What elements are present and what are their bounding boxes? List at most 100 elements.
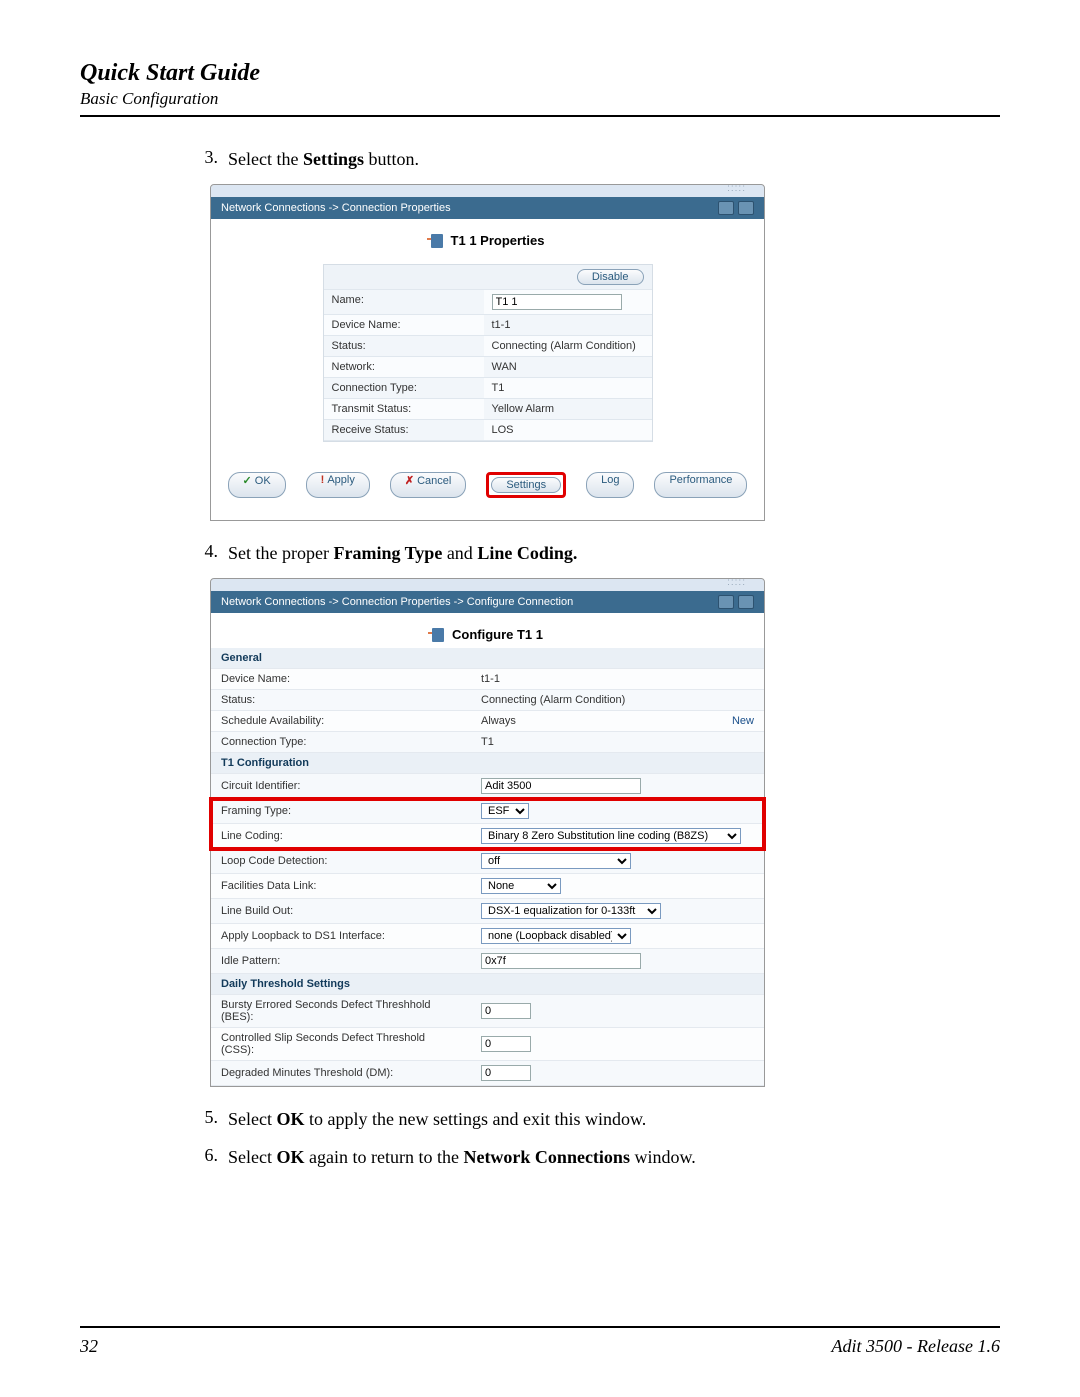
row-ctype: Connection Type:T1 — [211, 732, 764, 753]
settings-button[interactable]: Settings — [491, 477, 561, 493]
fdl-select[interactable]: None — [481, 878, 561, 894]
log-button[interactable]: Log — [586, 472, 634, 498]
row-cid: Circuit Identifier: — [211, 774, 764, 799]
bes-input[interactable] — [481, 1003, 531, 1019]
loop-detect-select[interactable]: off — [481, 853, 631, 869]
idle-pattern-input[interactable] — [481, 953, 641, 969]
value-device: t1-1 — [484, 315, 652, 336]
framing-type-select[interactable]: ESF — [481, 803, 529, 819]
config-table-cont: Loop Code Detection:off Facilities Data … — [211, 849, 764, 1086]
breadcrumb-bar: Network Connections -> Connection Proper… — [211, 197, 764, 219]
titlebar-icons — [718, 595, 754, 609]
row-linecoding: Line Coding:Binary 8 Zero Substitution l… — [211, 824, 764, 849]
schedule-new-link[interactable]: New — [732, 715, 754, 727]
row-css: Controlled Slip Seconds Defect Threshold… — [211, 1028, 764, 1061]
row-dm: Degraded Minutes Threshold (DM): — [211, 1061, 764, 1086]
section-t1cfg: T1 Configuration — [211, 753, 764, 774]
loopback-select[interactable]: none (Loopback disabled) — [481, 928, 631, 944]
breadcrumb: Network Connections -> Connection Proper… — [221, 202, 451, 214]
screenshot-2: Network Connections -> Connection Proper… — [210, 578, 1000, 1087]
config-table: General Device Name:t1-1 Status:Connecti… — [211, 648, 764, 799]
value-name — [484, 290, 652, 315]
value-tx: Yellow Alarm — [484, 399, 652, 420]
lbo-select[interactable]: DSX-1 equalization for 0-133ft — [481, 903, 661, 919]
page-header: Quick Start Guide Basic Configuration — [80, 60, 1000, 117]
properties-grid: Disable Name: Device Name: t1-1 Status: … — [323, 264, 653, 442]
panel-title: T1 1 Properties — [211, 219, 764, 254]
name-input[interactable] — [492, 294, 622, 310]
label-ctype: Connection Type: — [324, 378, 484, 399]
label-tx: Transmit Status: — [324, 399, 484, 420]
config-table-highlight: Framing Type:ESF Line Coding:Binary 8 Ze… — [211, 799, 764, 849]
configure-t1-window: Network Connections -> Connection Proper… — [210, 578, 765, 1087]
product-release: Adit 3500 - Release 1.6 — [832, 1336, 1000, 1357]
step-number: 4. — [190, 541, 218, 566]
step-3: 3. Select the Settings button. — [190, 147, 1000, 172]
value-network: WAN — [484, 357, 652, 378]
step-number: 5. — [190, 1107, 218, 1132]
breadcrumb-bar: Network Connections -> Connection Proper… — [211, 591, 764, 613]
step-number: 6. — [190, 1145, 218, 1170]
line-coding-select[interactable]: Binary 8 Zero Substitution line coding (… — [481, 828, 741, 844]
performance-button[interactable]: Performance — [654, 472, 747, 498]
step-text: Set the proper Framing Type and Line Cod… — [228, 541, 1000, 566]
footer-rule — [80, 1326, 1000, 1328]
label-device: Device Name: — [324, 315, 484, 336]
titlebar-icon[interactable] — [738, 201, 754, 215]
window-chrome — [211, 579, 764, 591]
settings-highlight: Settings — [486, 472, 566, 498]
circuit-id-input[interactable] — [481, 778, 641, 794]
framing-linecoding-highlight: Framing Type:ESF Line Coding:Binary 8 Ze… — [211, 799, 764, 849]
label-name: Name: — [324, 290, 484, 315]
doc-subtitle: Basic Configuration — [80, 89, 1000, 109]
cancel-button[interactable]: ✗Cancel — [390, 472, 466, 498]
label-network: Network: — [324, 357, 484, 378]
row-device: Device Name:t1-1 — [211, 669, 764, 690]
step-text: Select OK to apply the new settings and … — [228, 1107, 1000, 1132]
step-text: Select the Settings button. — [228, 147, 1000, 172]
row-schedule: Schedule Availability:AlwaysNew — [211, 711, 764, 732]
titlebar-icons — [718, 201, 754, 215]
header-rule — [80, 115, 1000, 117]
disable-button[interactable]: Disable — [577, 269, 644, 285]
css-input[interactable] — [481, 1036, 531, 1052]
x-icon: ✗ — [405, 475, 414, 487]
step-5: 5. Select OK to apply the new settings a… — [190, 1107, 1000, 1132]
label-rx: Receive Status: — [324, 420, 484, 441]
button-row: ✓OK !Apply ✗Cancel Settings Log Performa… — [211, 462, 764, 520]
row-loopback: Apply Loopback to DS1 Interface:none (Lo… — [211, 924, 764, 949]
step-number: 3. — [190, 147, 218, 172]
titlebar-icon[interactable] — [718, 595, 734, 609]
disable-row: Disable — [324, 265, 652, 290]
connection-icon — [431, 234, 443, 248]
row-bes: Bursty Errored Seconds Defect Threshhold… — [211, 995, 764, 1028]
label-status: Status: — [324, 336, 484, 357]
panel-title: Configure T1 1 — [211, 613, 764, 648]
value-status: Connecting (Alarm Condition) — [484, 336, 652, 357]
row-loop: Loop Code Detection:off — [211, 849, 764, 874]
breadcrumb: Network Connections -> Connection Proper… — [221, 596, 573, 608]
titlebar-icon[interactable] — [738, 595, 754, 609]
page-number: 32 — [80, 1336, 98, 1357]
row-status: Status:Connecting (Alarm Condition) — [211, 690, 764, 711]
row-idle: Idle Pattern: — [211, 949, 764, 974]
value-rx: LOS — [484, 420, 652, 441]
window-chrome — [211, 185, 764, 197]
row-framing: Framing Type:ESF — [211, 799, 764, 824]
step-text: Select OK again to return to the Network… — [228, 1145, 1000, 1170]
step-6: 6. Select OK again to return to the Netw… — [190, 1145, 1000, 1170]
row-lbo: Line Build Out:DSX-1 equalization for 0-… — [211, 899, 764, 924]
step-4: 4. Set the proper Framing Type and Line … — [190, 541, 1000, 566]
section-daily: Daily Threshold Settings — [211, 974, 764, 995]
doc-title: Quick Start Guide — [80, 60, 1000, 87]
check-icon: ✓ — [243, 475, 252, 487]
apply-button[interactable]: !Apply — [306, 472, 370, 498]
titlebar-icon[interactable] — [718, 201, 734, 215]
ok-button[interactable]: ✓OK — [228, 472, 286, 498]
main-content: 3. Select the Settings button. Network C… — [190, 147, 1000, 1170]
dm-input[interactable] — [481, 1065, 531, 1081]
section-general: General — [211, 648, 764, 669]
exclaim-icon: ! — [321, 474, 325, 486]
screenshot-1: Network Connections -> Connection Proper… — [210, 184, 1000, 521]
connection-icon — [432, 628, 444, 642]
